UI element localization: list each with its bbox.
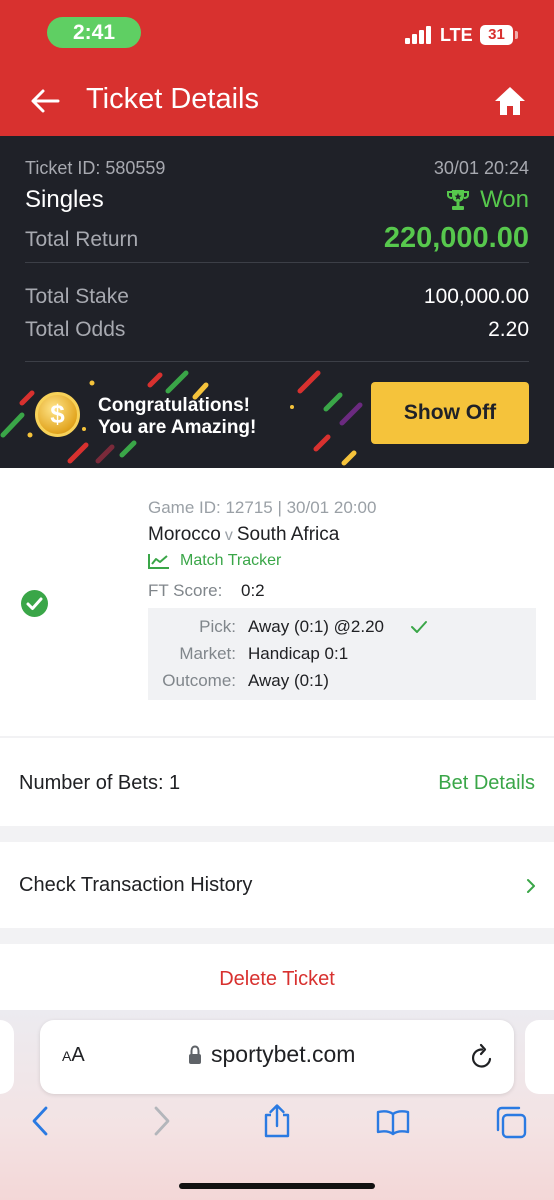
chart-line-icon: [148, 554, 169, 569]
match-teams: Morocco v South Africa: [148, 524, 339, 546]
app-header: Ticket Details: [0, 64, 554, 136]
away-team: South Africa: [236, 524, 340, 545]
battery-icon: 31: [480, 25, 513, 45]
home-indicator[interactable]: [179, 1183, 375, 1189]
trophy-icon: [447, 190, 470, 210]
next-tab-preview[interactable]: [525, 1020, 554, 1094]
total-stake-label: Total Stake: [25, 285, 129, 308]
show-off-button[interactable]: Show Off: [371, 382, 529, 444]
transaction-history-label: Check Transaction History: [19, 874, 253, 896]
page-title: Ticket Details: [86, 83, 259, 115]
address-bar[interactable]: AA sportybet.com: [40, 1020, 514, 1094]
coin-icon: $: [35, 392, 80, 437]
reader-options-button[interactable]: AA: [62, 1044, 85, 1067]
congrats-banner: $ Congratulations! You are Amazing! Show…: [0, 363, 554, 468]
transaction-history-row[interactable]: Check Transaction History: [0, 842, 554, 928]
battery-nub: [515, 31, 518, 39]
chevron-right-icon: [527, 879, 535, 893]
total-odds-value: 2.20: [488, 318, 529, 341]
total-return-value: 220,000.00: [383, 222, 529, 254]
match-tracker-label: Match Tracker: [180, 552, 282, 569]
home-team: Morocco: [148, 524, 221, 545]
aa-small: A: [62, 1048, 72, 1064]
outcome-value: Away (0:1): [248, 671, 329, 690]
total-return-label: Total Return: [25, 228, 139, 251]
game-id: Game ID: 12715 | 30/01 20:00: [148, 498, 377, 517]
check-circle-icon: [21, 590, 48, 617]
congrats-line-1: Congratulations!: [98, 395, 250, 416]
bet-type: Singles: [25, 186, 104, 213]
delete-ticket-row: Delete Ticket: [0, 944, 554, 1010]
previous-tab-preview[interactable]: [0, 1020, 14, 1094]
ft-score-value: 0:2: [241, 581, 265, 600]
outcome-label: Outcome:: [162, 671, 236, 690]
tabs-icon[interactable]: [494, 1103, 528, 1139]
network-label: LTE: [440, 25, 473, 45]
bet-details-link[interactable]: Bet Details: [438, 772, 535, 795]
aa-big: A: [71, 1044, 85, 1066]
congrats-line-2: You are Amazing!: [98, 417, 257, 438]
share-icon[interactable]: [260, 1103, 294, 1139]
delete-ticket-button[interactable]: Delete Ticket: [0, 968, 554, 991]
pick-value: Away (0:1) @2.20: [248, 617, 385, 636]
signal-icon: [405, 26, 433, 44]
versus-label: v: [224, 527, 233, 544]
total-stake-value: 100,000.00: [423, 285, 529, 308]
status-time: 2:41: [47, 17, 141, 48]
match-card: Game ID: 12715 | 30/01 20:00 Morocco v Sou…: [0, 468, 554, 736]
won-label: Won: [480, 186, 529, 213]
home-icon[interactable]: [493, 84, 527, 118]
book-icon[interactable]: [376, 1103, 410, 1139]
market-value: Handicap 0:1: [248, 644, 349, 663]
pick-label: Pick:: [199, 617, 236, 636]
ticket-summary: Ticket ID: 580559 30/01 20:24 Singles Wo…: [0, 136, 554, 363]
divider: [25, 361, 529, 362]
number-of-bets: Number of Bets: 1: [19, 772, 181, 794]
chevron-right-icon[interactable]: [144, 1103, 178, 1139]
ticket-id: Ticket ID: 580559: [25, 158, 166, 178]
bets-row: Number of Bets: 1 Bet Details: [0, 738, 554, 826]
match-tracker-link[interactable]: Match Tracker: [148, 552, 281, 570]
back-arrow-icon[interactable]: [28, 84, 62, 118]
market-label: Market:: [179, 644, 236, 663]
reload-icon[interactable]: [469, 1043, 495, 1071]
divider: [25, 262, 529, 263]
ticket-date: 30/01 20:24: [433, 158, 529, 178]
total-odds-label: Total Odds: [25, 318, 126, 341]
pick-details: Pick: Away (0:1) @2.20 Market: Handicap …: [148, 608, 536, 700]
chevron-left-icon[interactable]: [24, 1103, 58, 1139]
status-bar: 2:41 LTE 31: [0, 0, 554, 64]
check-icon: [411, 621, 427, 633]
url-text: sportybet.com: [211, 1041, 356, 1067]
congrats-text: Congratulations! You are Amazing!: [98, 395, 256, 439]
ft-score-label: FT Score:: [148, 581, 223, 600]
browser-chrome: AA sportybet.com: [0, 1010, 554, 1200]
status-badge: Won: [446, 186, 529, 214]
lock-icon: [189, 1045, 201, 1064]
